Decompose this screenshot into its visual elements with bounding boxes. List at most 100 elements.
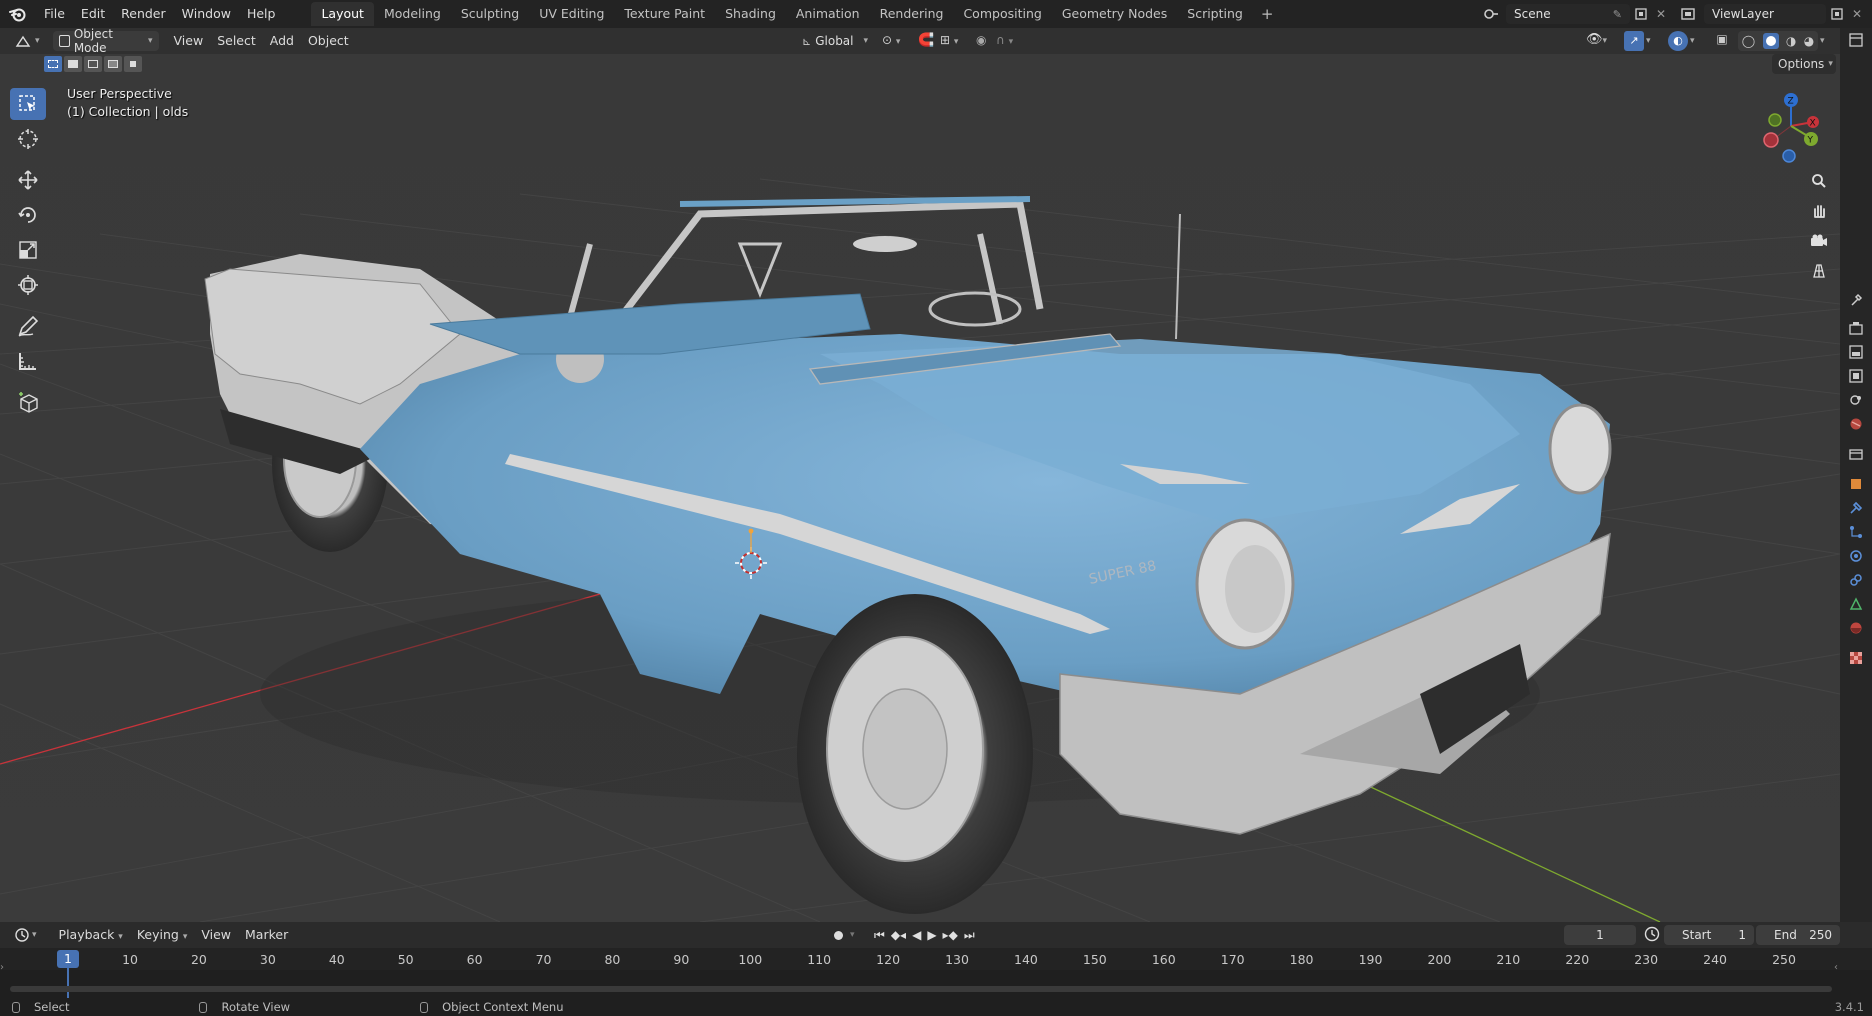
rendered-shading-icon[interactable]: ◕ (1804, 34, 1814, 48)
timeline-body[interactable]: 10 20 30 40 50 60 70 80 90 100 110 120 130 140 150 160 1… (0, 948, 1872, 998)
physics-tab-icon[interactable] (1846, 546, 1866, 566)
transform-orientation-dropdown[interactable]: ⊾ Global ▾ (796, 31, 874, 51)
tab-compositing[interactable]: Compositing (953, 2, 1051, 26)
select-intersect-icon[interactable] (124, 56, 142, 72)
pin-icon[interactable]: ✎ (1613, 8, 1622, 21)
xray-toggle-icon[interactable]: ▣ (1712, 32, 1732, 50)
menu-select[interactable]: Select (210, 31, 263, 51)
timeline-menu-playback[interactable]: Playback ▾ (52, 925, 130, 945)
falloff-icon[interactable]: ∩ ▾ (996, 33, 1026, 51)
zoom-icon[interactable] (1806, 168, 1832, 194)
gizmo-toggle-icon[interactable]: ↗ (1624, 31, 1644, 51)
tab-rendering[interactable]: Rendering (870, 2, 954, 26)
solid-shading-icon[interactable] (1762, 33, 1779, 49)
visibility-icon[interactable]: 👁▾ (1586, 32, 1616, 50)
texture-tab-icon[interactable] (1846, 648, 1866, 668)
playhead[interactable]: 1 (57, 950, 79, 968)
timeline-menu-view[interactable]: View (194, 925, 238, 945)
3d-viewport[interactable]: SUPER 88 Z X Y User Perspective (1) Coll… (0, 54, 1840, 922)
jump-to-end-icon[interactable]: ⏭ (964, 926, 975, 944)
wireframe-shading-icon[interactable]: ◯ (1742, 34, 1755, 48)
timeline-editor-type-icon[interactable]: ▾ (8, 925, 44, 945)
select-extend-icon[interactable] (64, 56, 82, 72)
scale-tool[interactable] (10, 234, 46, 266)
menu-object[interactable]: Object (301, 31, 356, 51)
new-scene-icon[interactable] (1630, 4, 1652, 24)
overlays-dropdown-icon[interactable]: ▾ (1690, 32, 1702, 50)
pivot-point-icon[interactable]: ⊙ ▾ (882, 33, 912, 51)
object-tab-icon[interactable] (1846, 474, 1866, 494)
output-tab-icon[interactable] (1846, 342, 1866, 362)
tool-tab-icon[interactable] (1846, 290, 1866, 310)
timeline-scroll-right-icon[interactable]: ‹ (1834, 962, 1838, 973)
tab-scripting[interactable]: Scripting (1177, 2, 1253, 26)
menu-render[interactable]: Render (113, 3, 174, 25)
pan-hand-icon[interactable] (1806, 198, 1832, 224)
tab-sculpting[interactable]: Sculpting (451, 2, 529, 26)
menu-edit[interactable]: Edit (73, 3, 113, 25)
timeline-scrollbar[interactable] (10, 986, 1832, 992)
jump-keyframe-forward-icon[interactable]: ▸◆ (943, 926, 958, 944)
new-view-layer-icon[interactable] (1826, 4, 1848, 24)
material-shading-icon[interactable]: ◑ (1786, 34, 1796, 48)
jump-keyframe-back-icon[interactable]: ◆◂ (891, 926, 906, 944)
scene-tab-icon[interactable] (1846, 390, 1866, 410)
blender-logo-icon[interactable] (6, 2, 30, 26)
world-tab-icon[interactable] (1846, 414, 1866, 434)
start-frame-field[interactable]: Start 1 (1664, 925, 1754, 945)
measure-tool[interactable] (10, 345, 46, 377)
collection-tab-icon[interactable] (1846, 444, 1866, 464)
move-tool[interactable] (10, 164, 46, 196)
menu-file[interactable]: File (36, 3, 73, 25)
tab-layout[interactable]: Layout (311, 2, 374, 26)
modifier-tab-icon[interactable] (1846, 498, 1866, 518)
play-icon[interactable]: ▶ (927, 926, 936, 944)
editor-type-button[interactable]: ▾ (8, 31, 47, 51)
select-subtract-icon[interactable] (84, 56, 102, 72)
particles-tab-icon[interactable] (1846, 522, 1866, 542)
menu-view[interactable]: View (167, 31, 211, 51)
view-layer-tab-icon[interactable] (1846, 366, 1866, 386)
current-frame-field[interactable]: 1 (1564, 925, 1636, 945)
cursor-tool[interactable] (10, 123, 46, 155)
tab-geometry-nodes[interactable]: Geometry Nodes (1052, 2, 1177, 26)
overlays-toggle-icon[interactable]: ◐ (1668, 31, 1688, 51)
timeline-scroll-left-icon[interactable]: › (0, 962, 4, 973)
select-difference-icon[interactable] (104, 56, 122, 72)
jump-to-start-icon[interactable]: ⏮ (874, 926, 885, 944)
tab-uv-editing[interactable]: UV Editing (529, 2, 614, 26)
end-frame-field[interactable]: End 250 (1756, 925, 1840, 945)
object-mode-dropdown[interactable]: Object Mode ▾ (52, 27, 159, 55)
preview-range-clock-icon[interactable] (1644, 926, 1662, 944)
snap-target-icon[interactable]: ⊞ ▾ (940, 33, 970, 51)
select-new-icon[interactable] (44, 56, 62, 72)
scene-type-icon[interactable] (1478, 4, 1504, 24)
camera-view-icon[interactable] (1806, 228, 1832, 254)
menu-window[interactable]: Window (174, 3, 239, 25)
shading-dropdown-icon[interactable]: ▾ (1820, 32, 1832, 50)
options-dropdown[interactable]: Options ▾ (1772, 54, 1836, 74)
render-tab-icon[interactable] (1846, 318, 1866, 338)
material-tab-icon[interactable] (1846, 618, 1866, 638)
view-layer-name-field[interactable]: ViewLayer (1704, 4, 1826, 24)
tab-texture-paint[interactable]: Texture Paint (614, 2, 715, 26)
perspective-toggle-icon[interactable] (1806, 258, 1832, 284)
tab-animation[interactable]: Animation (786, 2, 870, 26)
data-tab-icon[interactable] (1846, 594, 1866, 614)
add-workspace-button[interactable]: + (1253, 5, 1282, 23)
delete-view-layer-icon[interactable]: ✕ (1848, 4, 1866, 24)
transform-tool[interactable] (10, 269, 46, 301)
rotate-tool[interactable] (10, 199, 46, 231)
record-dropdown-icon[interactable]: ▾ (850, 926, 855, 944)
snap-icon[interactable]: 🧲 (918, 33, 936, 51)
timeline-menu-keying[interactable]: Keying ▾ (130, 925, 195, 945)
add-cube-tool[interactable] (10, 386, 46, 418)
editor-type-icon[interactable] (1846, 30, 1866, 50)
constraints-tab-icon[interactable] (1846, 570, 1866, 590)
select-box-tool[interactable] (10, 88, 46, 120)
delete-scene-icon[interactable]: ✕ (1652, 4, 1670, 24)
proportional-edit-icon[interactable]: ◉ (976, 33, 994, 51)
play-reverse-icon[interactable]: ◀ (912, 926, 921, 944)
menu-add[interactable]: Add (263, 31, 301, 51)
menu-help[interactable]: Help (239, 3, 284, 25)
